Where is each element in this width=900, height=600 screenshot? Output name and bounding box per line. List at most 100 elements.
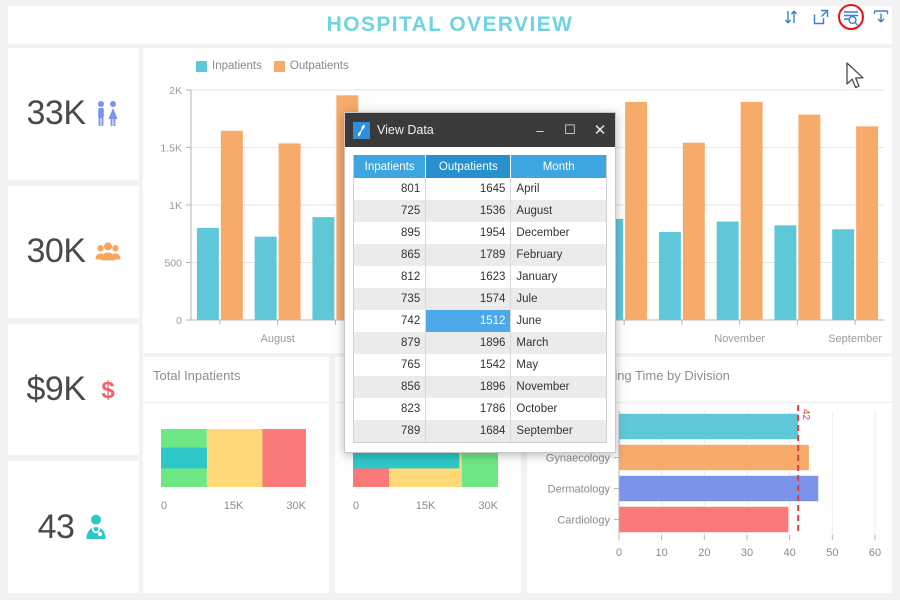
table-cell[interactable]: 1512 <box>425 310 512 332</box>
user-group-icon <box>94 242 121 260</box>
kpi-card-outpatients[interactable]: 30K <box>8 185 139 318</box>
table-cell[interactable]: 1574 <box>425 288 512 310</box>
kpi-card-inpatients[interactable]: 33K <box>8 48 139 180</box>
table-cell[interactable]: 1684 <box>425 420 512 442</box>
table-cell[interactable]: May <box>511 354 606 376</box>
table-row[interactable]: 801 1645 April <box>354 178 606 200</box>
table-body: 801 1645 April 725 1536 August 895 1954 December… <box>354 178 606 442</box>
table-cell[interactable]: 725 <box>354 200 427 222</box>
table-cell[interactable]: 823 <box>354 398 427 420</box>
svg-text:$: $ <box>101 377 115 403</box>
table-row[interactable]: 812 1623 January <box>354 266 606 288</box>
sort-button[interactable] <box>782 8 800 26</box>
dashboard-page: HOSPITAL OVERVIEW 33K 30K $9K $ 43 0 500… <box>0 0 900 600</box>
view-data-button[interactable] <box>838 4 864 30</box>
table-cell[interactable]: 765 <box>354 354 427 376</box>
table-cell[interactable]: 865 <box>354 244 427 266</box>
table-cell[interactable]: August <box>510 200 606 222</box>
chart-toolbar <box>782 4 890 30</box>
table-cell[interactable]: 1542 <box>425 354 512 376</box>
expand-icon <box>813 9 829 25</box>
table-cell[interactable]: June <box>511 310 606 332</box>
table-cell[interactable]: February <box>510 244 606 266</box>
svg-text:0: 0 <box>176 315 182 327</box>
table-cell[interactable]: December <box>511 222 606 244</box>
table-row[interactable]: 735 1574 Jule <box>354 288 606 310</box>
svg-text:30K: 30K <box>286 500 306 512</box>
svg-text:42: 42 <box>800 409 811 421</box>
column-header-outpatients[interactable]: Outpatients <box>425 155 512 178</box>
kpi-value: 30K <box>26 232 87 271</box>
table-cell[interactable]: 1789 <box>425 244 512 266</box>
column-header-inpatients[interactable]: Inpatients <box>354 155 427 178</box>
svg-text:0: 0 <box>616 547 622 559</box>
table-row[interactable]: 865 1789 February <box>354 244 606 266</box>
table-cell[interactable]: 1954 <box>425 222 512 244</box>
app-logo-icon <box>353 121 370 139</box>
table-cell[interactable]: 789 <box>354 420 427 442</box>
table-cell[interactable]: 812 <box>354 266 427 288</box>
svg-text:0: 0 <box>161 500 167 512</box>
legend-item-outpatients[interactable]: Outpatients <box>273 60 349 72</box>
table-cell[interactable]: 742 <box>354 310 427 332</box>
table-cell[interactable]: September <box>510 420 606 442</box>
legend-item-inpatients[interactable]: Inpatients <box>196 60 262 72</box>
expand-button[interactable] <box>812 8 830 26</box>
table-cell[interactable]: 856 <box>354 376 427 398</box>
table-cell[interactable]: April <box>511 178 606 200</box>
table-row[interactable]: 895 1954 December <box>354 222 606 244</box>
kpi-sidebar: 33K 30K $9K $ 43 <box>8 48 139 593</box>
close-button[interactable]: ✕ <box>585 113 615 147</box>
dialog-title: View Data <box>377 123 434 137</box>
kpi-card-doctors[interactable]: 43 <box>8 461 139 593</box>
download-button[interactable] <box>872 8 890 26</box>
svg-text:November: November <box>714 333 765 345</box>
table-cell[interactable]: March <box>510 332 606 354</box>
table-header: Inpatients Outpatients Month <box>354 155 606 178</box>
svg-text:60: 60 <box>869 547 881 559</box>
table-row[interactable]: 823 1786 October <box>354 398 606 420</box>
maximize-button[interactable]: ☐ <box>555 113 585 147</box>
legend-label: Inpatients <box>212 60 262 72</box>
table-row[interactable]: 765 1542 May <box>354 354 606 376</box>
table-cell[interactable]: 1623 <box>425 266 512 288</box>
table-cell[interactable]: 1786 <box>425 398 512 420</box>
table-cell[interactable]: 879 <box>354 332 427 354</box>
table-cell[interactable]: January <box>511 266 606 288</box>
chart-legend: Inpatients Outpatients <box>196 60 349 72</box>
dialog-body: Inpatients Outpatients Month 801 1645 April 7… <box>345 147 615 454</box>
dialog-titlebar[interactable]: View Data – ☐ ✕ <box>345 113 615 147</box>
svg-text:Cardiology: Cardiology <box>557 515 610 527</box>
legend-swatch <box>273 60 285 72</box>
table-cell[interactable]: 735 <box>354 288 427 310</box>
legend-label: Outpatients <box>289 60 349 72</box>
table-cell[interactable]: October <box>511 398 606 420</box>
table-cell[interactable]: 1896 <box>425 332 512 354</box>
table-row[interactable]: 725 1536 August <box>354 200 606 222</box>
table-cell[interactable]: Jule <box>510 288 606 310</box>
table-row[interactable]: 856 1896 November <box>354 376 606 398</box>
table-cell[interactable]: 1536 <box>425 200 512 222</box>
svg-text:500: 500 <box>164 258 182 270</box>
table-cell[interactable]: 1896 <box>425 376 512 398</box>
legend-swatch <box>196 60 207 72</box>
table-cell[interactable]: November <box>510 376 606 398</box>
page-title: HOSPITAL OVERVIEW <box>326 13 574 36</box>
page-header: HOSPITAL OVERVIEW <box>8 6 892 44</box>
table-cell[interactable]: 801 <box>354 178 427 200</box>
table-row[interactable]: 742 1512 June <box>354 310 606 332</box>
table-row[interactable]: 879 1896 March <box>354 332 606 354</box>
svg-text:30: 30 <box>741 547 753 559</box>
table-header-row: Inpatients Outpatients Month <box>354 155 606 178</box>
total-inpatients-card: Total Inpatients 0 15K 30K <box>143 357 329 593</box>
svg-text:2K: 2K <box>169 85 182 97</box>
svg-text:September: September <box>828 333 882 345</box>
total-inpatients-chart: 0 15K 30K <box>161 429 307 512</box>
table-cell[interactable]: 895 <box>354 222 427 244</box>
kpi-value: 43 <box>37 507 75 546</box>
kpi-card-revenue[interactable]: $9K $ <box>8 323 139 456</box>
table-cell[interactable]: 1645 <box>425 178 512 200</box>
table-row[interactable]: 789 1684 September <box>354 420 606 442</box>
minimize-button[interactable]: – <box>525 113 555 147</box>
column-header-month[interactable]: Month <box>510 155 606 178</box>
